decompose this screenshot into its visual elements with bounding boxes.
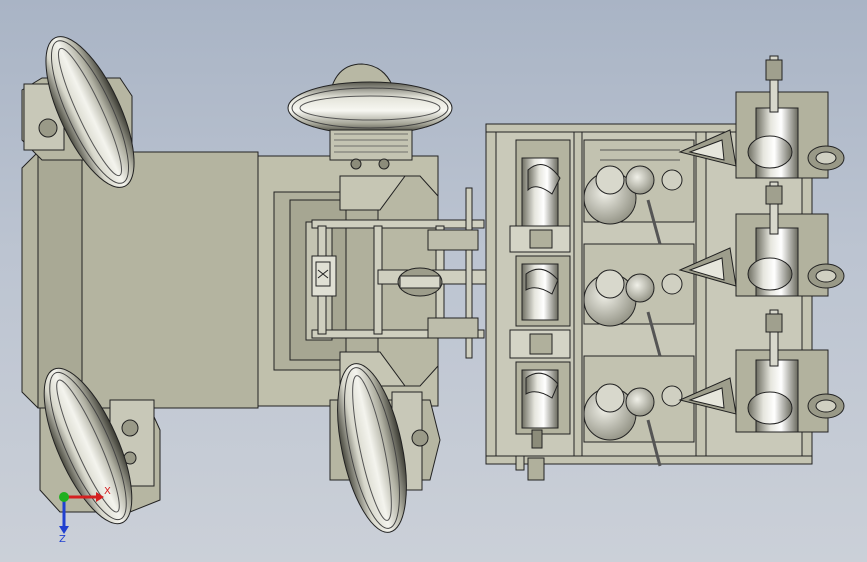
seed-units	[509, 139, 571, 449]
triad-x-label: X	[104, 486, 111, 497]
wheel-front-left	[287, 63, 453, 170]
cad-graphics-viewport[interactable]: X Z	[0, 0, 867, 562]
machine-model-view[interactable]: X Z	[0, 0, 867, 562]
metering-discs	[583, 139, 695, 467]
y-axis-dot	[59, 492, 69, 502]
triad-z-label: Z	[59, 534, 66, 545]
